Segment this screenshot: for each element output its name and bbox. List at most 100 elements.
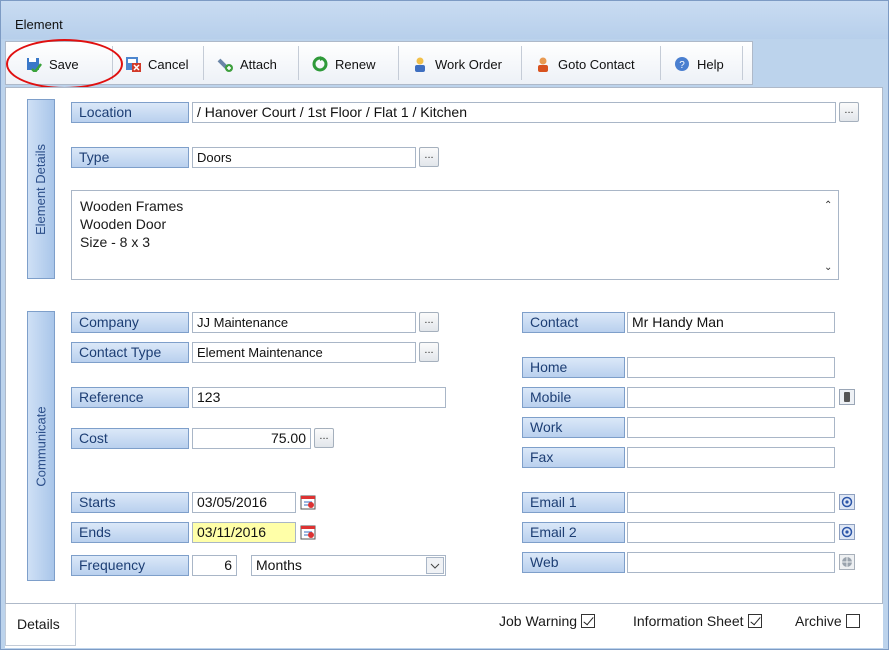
company-field[interactable]: JJ Maintenance bbox=[192, 312, 416, 333]
frequency-unit-select[interactable]: Months bbox=[251, 555, 446, 576]
company-label: Company bbox=[71, 312, 189, 333]
contact-type-field[interactable]: Element Maintenance bbox=[192, 342, 416, 363]
attach-label: Attach bbox=[240, 56, 277, 72]
toolbar-separator bbox=[660, 46, 661, 80]
renew-icon bbox=[312, 56, 328, 72]
web-label: Web bbox=[522, 552, 625, 573]
worker-icon bbox=[412, 56, 428, 72]
notes-line: Wooden Frames bbox=[80, 198, 184, 214]
frequency-unit-value: Months bbox=[256, 557, 302, 573]
email2-field[interactable] bbox=[627, 522, 835, 543]
email-icon[interactable] bbox=[839, 494, 855, 510]
reference-label: Reference bbox=[71, 387, 189, 408]
cost-label: Cost bbox=[71, 428, 189, 449]
email1-field[interactable] bbox=[627, 492, 835, 513]
contact-icon bbox=[535, 56, 551, 72]
toolbar-separator bbox=[203, 46, 204, 80]
ends-label: Ends bbox=[71, 522, 189, 543]
notes-line: Size - 8 x 3 bbox=[80, 234, 151, 250]
globe-icon[interactable] bbox=[839, 554, 855, 570]
contact-type-browse-button[interactable]: ... bbox=[419, 342, 439, 362]
starts-date-field[interactable]: 03/05/2016 bbox=[192, 492, 296, 513]
fax-label: Fax bbox=[522, 447, 625, 468]
attach-button[interactable]: Attach bbox=[211, 46, 283, 82]
cost-browse-button[interactable]: ... bbox=[314, 428, 334, 448]
fax-field[interactable] bbox=[627, 447, 835, 468]
phone-icon[interactable] bbox=[839, 389, 855, 405]
save-icon bbox=[26, 56, 42, 74]
scroll-up-icon[interactable]: ⌃ bbox=[824, 197, 832, 215]
work-phone-field[interactable] bbox=[627, 417, 835, 438]
element-details-tab-label: Element Details bbox=[33, 143, 49, 235]
content-panel: Element Details Location / Hanover Court… bbox=[5, 87, 883, 604]
toolbar-separator bbox=[521, 46, 522, 80]
company-browse-button[interactable]: ... bbox=[419, 312, 439, 332]
job-warning-label: Job Warning bbox=[499, 613, 578, 629]
home-phone-field[interactable] bbox=[627, 357, 835, 378]
calendar-icon[interactable] bbox=[300, 494, 316, 510]
scroll-down-icon[interactable]: ⌄ bbox=[824, 259, 832, 277]
contact-field[interactable]: Mr Handy Man bbox=[627, 312, 835, 333]
frequency-number-field[interactable]: 6 bbox=[192, 555, 237, 576]
starts-label: Starts bbox=[71, 492, 189, 513]
job-warning-checkbox[interactable] bbox=[581, 614, 596, 628]
toolbar-separator bbox=[398, 46, 399, 80]
notes-line: Wooden Door bbox=[80, 216, 167, 232]
email1-label: Email 1 bbox=[522, 492, 625, 513]
notes-textarea[interactable]: Wooden Frames Wooden Door Size - 8 x 3 ⌃… bbox=[71, 190, 839, 280]
help-icon: ? bbox=[674, 56, 690, 72]
chevron-down-icon[interactable] bbox=[426, 557, 444, 574]
renew-button[interactable]: Renew bbox=[306, 46, 381, 82]
email-icon[interactable] bbox=[839, 524, 855, 540]
save-label: Save bbox=[49, 56, 79, 72]
window-title: Element bbox=[15, 17, 63, 32]
contact-label: Contact bbox=[522, 312, 625, 333]
work-order-button[interactable]: Work Order bbox=[406, 46, 508, 82]
archive-checkbox-wrapper[interactable]: Archive bbox=[795, 613, 860, 629]
save-button[interactable]: Save bbox=[20, 46, 85, 82]
information-sheet-checkbox[interactable] bbox=[747, 614, 762, 628]
tab-element-details[interactable]: Element Details bbox=[27, 99, 55, 279]
type-browse-button[interactable]: ... bbox=[419, 147, 439, 167]
element-window: Element Save Cancel Attach Renew Work Or… bbox=[0, 0, 889, 650]
notes-scrollbar[interactable]: ⌃ ⌄ bbox=[820, 191, 838, 279]
mobile-phone-field[interactable] bbox=[627, 387, 835, 408]
location-browse-button[interactable]: ... bbox=[839, 102, 859, 122]
toolbar: Save Cancel Attach Renew Work Order Goto… bbox=[5, 41, 753, 85]
communicate-tab-label: Communicate bbox=[33, 405, 49, 487]
svg-text:?: ? bbox=[679, 60, 685, 71]
toolbar-separator bbox=[298, 46, 299, 80]
information-sheet-label: Information Sheet bbox=[633, 613, 744, 629]
attach-icon bbox=[217, 56, 233, 72]
work-order-label: Work Order bbox=[435, 56, 502, 72]
cost-field[interactable]: 75.00 bbox=[192, 428, 311, 449]
help-button[interactable]: ? Help bbox=[668, 46, 730, 82]
type-label: Type bbox=[71, 147, 189, 168]
contact-type-label: Contact Type bbox=[71, 342, 189, 363]
location-field[interactable]: / Hanover Court / 1st Floor / Flat 1 / K… bbox=[192, 102, 836, 123]
renew-label: Renew bbox=[335, 56, 376, 72]
ends-date-field[interactable]: 03/11/2016 bbox=[192, 522, 296, 543]
type-field[interactable]: Doors bbox=[192, 147, 416, 168]
reference-field[interactable]: 123 bbox=[192, 387, 446, 408]
title-bar: Element bbox=[1, 1, 888, 39]
information-sheet-checkbox-wrapper[interactable]: Information Sheet bbox=[633, 613, 762, 629]
calendar-icon[interactable] bbox=[300, 524, 316, 540]
job-warning-checkbox-wrapper[interactable]: Job Warning bbox=[499, 613, 596, 629]
cancel-label: Cancel bbox=[148, 56, 189, 72]
cancel-button[interactable]: Cancel bbox=[119, 46, 194, 82]
web-field[interactable] bbox=[627, 552, 835, 573]
tab-details[interactable]: Details bbox=[5, 604, 76, 646]
help-label: Help bbox=[697, 56, 724, 72]
cancel-icon bbox=[125, 56, 141, 72]
goto-contact-button[interactable]: Goto Contact bbox=[529, 46, 641, 82]
email2-label: Email 2 bbox=[522, 522, 625, 543]
goto-contact-label: Goto Contact bbox=[558, 56, 635, 72]
archive-label: Archive bbox=[795, 613, 842, 629]
toolbar-separator bbox=[112, 46, 113, 80]
archive-checkbox[interactable] bbox=[845, 614, 860, 628]
home-label: Home bbox=[522, 357, 625, 378]
toolbar-separator bbox=[742, 46, 743, 80]
work-label: Work bbox=[522, 417, 625, 438]
tab-communicate[interactable]: Communicate bbox=[27, 311, 55, 581]
